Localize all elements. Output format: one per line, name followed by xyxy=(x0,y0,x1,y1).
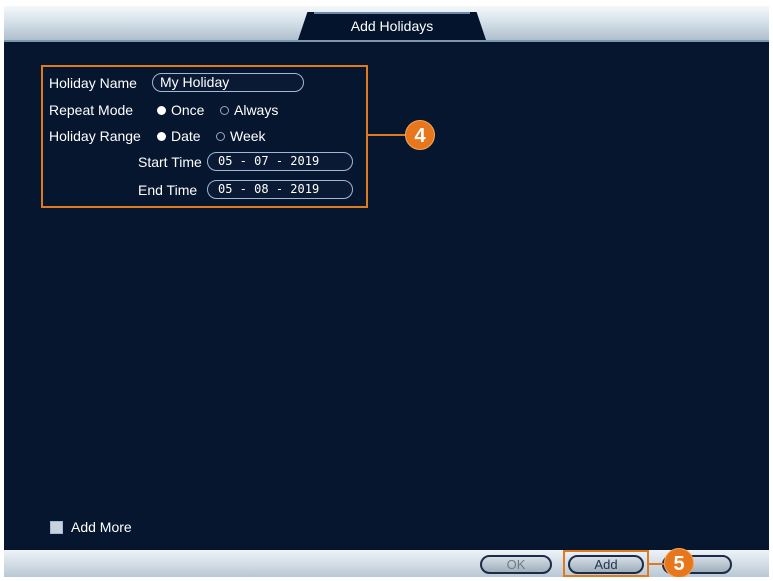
repeat-always-label: Always xyxy=(234,102,279,118)
ok-button[interactable]: OK xyxy=(480,555,552,574)
end-year[interactable]: 2019 xyxy=(290,182,319,196)
add-holidays-dialog: Add Holidays Holiday Name My Holiday Rep… xyxy=(4,6,769,577)
end-month[interactable]: 05 xyxy=(218,182,232,196)
add-more-checkbox[interactable] xyxy=(50,520,63,534)
add-more-checkbox-row[interactable]: Add More xyxy=(50,519,132,535)
range-date-radio[interactable]: Date xyxy=(157,127,201,145)
end-time-field[interactable]: 05 - 08 - 2019 xyxy=(207,180,353,199)
add-more-label: Add More xyxy=(71,519,132,535)
holiday-range-label: Holiday Range xyxy=(49,128,141,144)
repeat-mode-label: Repeat Mode xyxy=(49,102,134,118)
radio-unselected-icon xyxy=(216,131,225,141)
range-week-radio[interactable]: Week xyxy=(216,127,266,145)
start-month[interactable]: 05 xyxy=(218,154,232,168)
repeat-once-radio[interactable]: Once xyxy=(157,101,204,119)
start-time-label: Start Time xyxy=(138,154,202,170)
repeat-always-radio[interactable]: Always xyxy=(220,101,278,119)
add-button-highlight-box xyxy=(563,550,649,577)
callout-badge-4: 4 xyxy=(405,120,435,150)
callout-4-connector xyxy=(368,134,408,136)
repeat-once-label: Once xyxy=(171,102,205,118)
start-day[interactable]: 07 xyxy=(254,154,268,168)
holiday-name-label: Holiday Name xyxy=(49,75,137,91)
radio-selected-icon xyxy=(157,131,166,141)
start-time-field[interactable]: 05 - 07 - 2019 xyxy=(207,152,353,171)
title-bar: Add Holidays xyxy=(4,6,769,40)
dialog-title: Add Holidays xyxy=(350,18,434,34)
end-day[interactable]: 08 xyxy=(254,182,268,196)
end-time-label: End Time xyxy=(138,182,198,198)
holiday-name-input[interactable]: My Holiday xyxy=(152,73,304,92)
range-date-label: Date xyxy=(171,128,201,144)
callout-badge-5: 5 xyxy=(664,548,694,577)
range-week-label: Week xyxy=(230,128,266,144)
radio-unselected-icon xyxy=(220,105,229,115)
title-divider xyxy=(4,40,769,42)
start-year[interactable]: 2019 xyxy=(290,154,319,168)
radio-selected-icon xyxy=(157,105,166,115)
